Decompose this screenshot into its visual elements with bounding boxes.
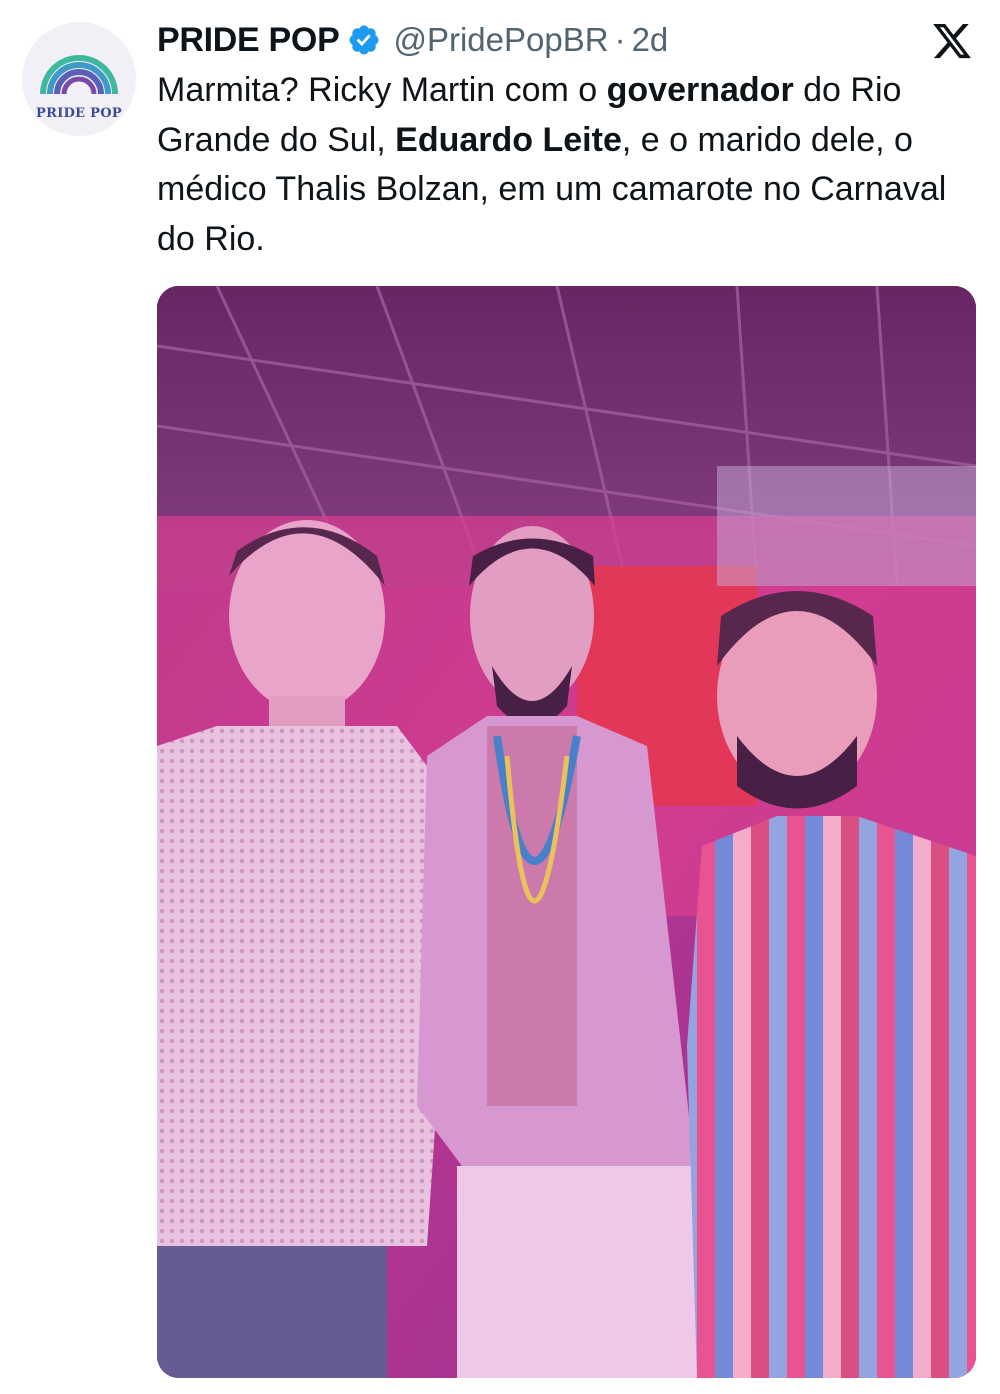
verified-badge-icon [349,25,379,55]
user-handle[interactable]: @PridePopBR [393,21,608,59]
x-logo-icon[interactable] [930,20,974,62]
rainbow-logo-icon [40,55,118,95]
tweet-text-bold-name: Eduardo Leite [395,120,622,159]
tweet-photo[interactable] [157,286,976,1378]
tweet-header: PRIDE POP @PridePopBR · 2d [157,18,668,62]
tweet-text: Marmita? Ricky Martin com o governador d… [157,66,977,264]
photo-illustration [157,286,976,1378]
timestamp[interactable]: 2d [632,21,669,59]
avatar-label: PRIDE POP [36,106,122,121]
tweet-text-part-1: Marmita? Ricky Martin com o [157,71,607,109]
avatar[interactable]: PRIDE POP [22,22,136,136]
separator-dot: · [614,21,626,58]
tweet-text-bold-governador: governador [606,71,794,109]
display-name[interactable]: PRIDE POP [157,21,340,60]
tweet-card[interactable]: PRIDE POP PRIDE POP @PridePopBR · 2d Mar… [0,0,1000,1394]
